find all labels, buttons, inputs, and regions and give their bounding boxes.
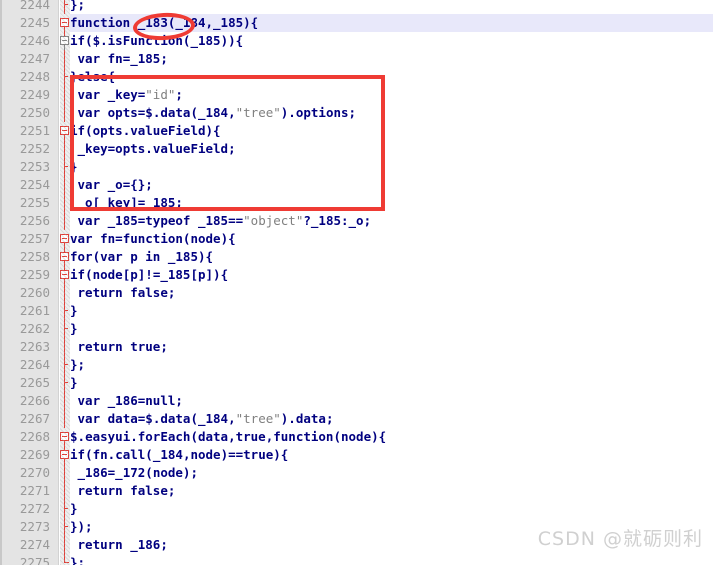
code-text[interactable]: var _186=null; bbox=[70, 392, 183, 410]
line-number: 2266 bbox=[19, 393, 50, 408]
line-number: 2270 bbox=[19, 465, 50, 480]
code-line[interactable]: 2271 return false; bbox=[0, 482, 713, 500]
line-number: 2248 bbox=[19, 69, 50, 84]
code-line[interactable]: 2250 var opts=$.data(_184,"tree").option… bbox=[0, 104, 713, 122]
line-number: 2274 bbox=[19, 537, 50, 552]
code-text[interactable]: } bbox=[70, 374, 78, 392]
code-text[interactable]: } bbox=[70, 500, 78, 518]
line-number: 2260 bbox=[19, 285, 50, 300]
code-line[interactable]: 2275}; bbox=[0, 554, 713, 565]
code-text[interactable]: return _186; bbox=[70, 536, 168, 554]
code-line[interactable]: 2269 if(fn.call(_184,node)==true){ bbox=[0, 446, 713, 464]
line-number: 2265 bbox=[19, 375, 50, 390]
csdn-watermark: CSDN @就砺则利 bbox=[537, 528, 703, 550]
code-editor-viewport[interactable]: 2244}; 2245 function _183(_184,_185){2246 i… bbox=[0, 0, 713, 565]
code-text[interactable]: return false; bbox=[70, 284, 176, 302]
code-line[interactable]: 2252 _key=opts.valueField; bbox=[0, 140, 713, 158]
code-text[interactable]: }; bbox=[70, 554, 85, 565]
line-number: 2267 bbox=[19, 411, 50, 426]
line-number: 2275 bbox=[19, 555, 50, 565]
code-lines-container[interactable]: 2244}; 2245 function _183(_184,_185){2246 i… bbox=[0, 0, 713, 565]
code-line[interactable]: 2244}; bbox=[0, 0, 713, 14]
line-number: 2269 bbox=[19, 447, 50, 462]
line-number: 2245 bbox=[19, 15, 50, 30]
code-line[interactable]: 2254 var _o={}; bbox=[0, 176, 713, 194]
code-line[interactable]: 2261} bbox=[0, 302, 713, 320]
code-line[interactable]: 2259 if(node[p]!=_185[p]){ bbox=[0, 266, 713, 284]
code-line[interactable]: 2265} bbox=[0, 374, 713, 392]
line-number: 2263 bbox=[19, 339, 50, 354]
code-text[interactable]: }; bbox=[70, 0, 85, 14]
code-line[interactable]: 2257 var fn=function(node){ bbox=[0, 230, 713, 248]
code-line[interactable]: 2270 _186=_172(node); bbox=[0, 464, 713, 482]
line-number: 2249 bbox=[19, 87, 50, 102]
line-number: 2247 bbox=[19, 51, 50, 66]
line-number: 2273 bbox=[19, 519, 50, 534]
code-line[interactable]: 2246 if($.isFunction(_185)){ bbox=[0, 32, 713, 50]
line-number: 2272 bbox=[19, 501, 50, 516]
code-line[interactable]: 2247 var fn=_185; bbox=[0, 50, 713, 68]
line-number: 2259 bbox=[19, 267, 50, 282]
code-text[interactable]: }else{ bbox=[70, 68, 115, 86]
line-number: 2268 bbox=[19, 429, 50, 444]
code-line[interactable]: 2268 $.easyui.forEach(data,true,function(… bbox=[0, 428, 713, 446]
code-text[interactable]: if(fn.call(_184,node)==true){ bbox=[70, 446, 288, 464]
code-line[interactable]: 2263 return true; bbox=[0, 338, 713, 356]
code-text[interactable]: var fn=function(node){ bbox=[70, 230, 236, 248]
line-number: 2262 bbox=[19, 321, 50, 336]
code-text[interactable]: for(var p in _185){ bbox=[70, 248, 213, 266]
line-number: 2251 bbox=[19, 123, 50, 138]
line-number: 2254 bbox=[19, 177, 50, 192]
code-line[interactable]: 2262} bbox=[0, 320, 713, 338]
code-line[interactable]: 2267 var data=$.data(_184,"tree").data; bbox=[0, 410, 713, 428]
line-number: 2256 bbox=[19, 213, 50, 228]
code-text[interactable]: if($.isFunction(_185)){ bbox=[70, 32, 243, 50]
code-line[interactable]: 2260 return false; bbox=[0, 284, 713, 302]
code-text[interactable]: if(opts.valueField){ bbox=[70, 122, 221, 140]
line-number: 2255 bbox=[19, 195, 50, 210]
code-text[interactable]: } bbox=[70, 158, 78, 176]
code-text[interactable]: }); bbox=[70, 518, 93, 536]
code-text[interactable]: _186=_172(node); bbox=[70, 464, 198, 482]
code-line[interactable]: 2264}; bbox=[0, 356, 713, 374]
code-line[interactable]: 2258 for(var p in _185){ bbox=[0, 248, 713, 266]
code-text[interactable]: $.easyui.forEach(data,true,function(node… bbox=[70, 428, 386, 446]
code-text[interactable]: var data=$.data(_184,"tree").data; bbox=[70, 410, 334, 428]
code-text[interactable]: var opts=$.data(_184,"tree").options; bbox=[70, 104, 357, 122]
code-text[interactable]: }; bbox=[70, 356, 85, 374]
code-text[interactable]: } bbox=[70, 320, 78, 338]
code-text[interactable]: } bbox=[70, 302, 78, 320]
line-number: 2258 bbox=[19, 249, 50, 264]
code-text[interactable]: return true; bbox=[70, 338, 168, 356]
line-number: 2261 bbox=[19, 303, 50, 318]
line-number: 2252 bbox=[19, 141, 50, 156]
code-text[interactable]: function _183(_184,_185){ bbox=[70, 14, 258, 32]
code-line[interactable]: 2248 }else{ bbox=[0, 68, 713, 86]
line-number: 2253 bbox=[19, 159, 50, 174]
code-line[interactable]: 2251 if(opts.valueField){ bbox=[0, 122, 713, 140]
code-line[interactable]: 2245 function _183(_184,_185){ bbox=[0, 14, 713, 32]
code-line[interactable]: 2249 var _key="id"; bbox=[0, 86, 713, 104]
line-number: 2246 bbox=[19, 33, 50, 48]
line-number: 2271 bbox=[19, 483, 50, 498]
code-text[interactable]: if(node[p]!=_185[p]){ bbox=[70, 266, 228, 284]
line-number: 2264 bbox=[19, 357, 50, 372]
code-text[interactable]: var fn=_185; bbox=[70, 50, 168, 68]
line-number: 2244 bbox=[19, 0, 50, 12]
code-line[interactable]: 2253} bbox=[0, 158, 713, 176]
code-line[interactable]: 2256 var _185=typeof _185=="object"?_185… bbox=[0, 212, 713, 230]
code-text[interactable]: return false; bbox=[70, 482, 176, 500]
code-line[interactable]: 2255 _o[_key]=_185; bbox=[0, 194, 713, 212]
code-text[interactable]: _o[_key]=_185; bbox=[70, 194, 183, 212]
code-text[interactable]: var _185=typeof _185=="object"?_185:_o; bbox=[70, 212, 372, 230]
line-number: 2257 bbox=[19, 231, 50, 246]
code-text[interactable]: _key=opts.valueField; bbox=[70, 140, 236, 158]
code-text[interactable]: var _key="id"; bbox=[70, 86, 183, 104]
line-number: 2250 bbox=[19, 105, 50, 120]
code-line[interactable]: 2272} bbox=[0, 500, 713, 518]
code-text[interactable]: var _o={}; bbox=[70, 176, 153, 194]
code-line[interactable]: 2266 var _186=null; bbox=[0, 392, 713, 410]
